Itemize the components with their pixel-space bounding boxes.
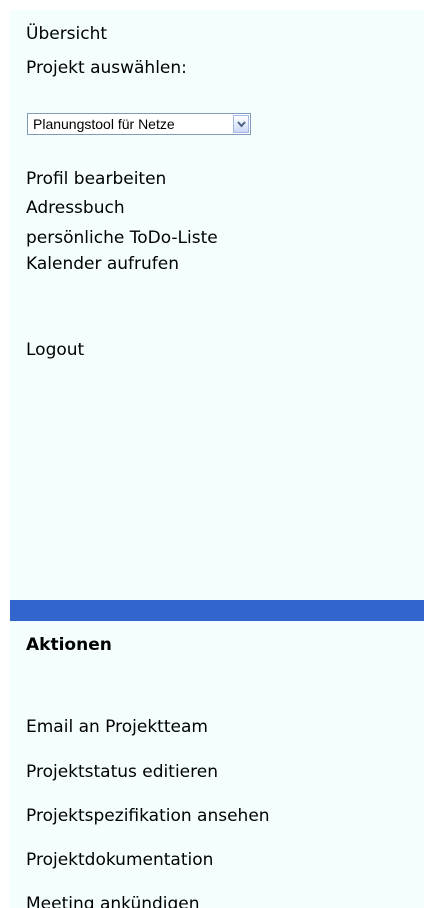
todo-list-link[interactable]: persönliche ToDo-Liste	[26, 227, 218, 249]
actions-title: Aktionen	[26, 635, 112, 655]
meeting-announce-link[interactable]: Meeting ankündigen	[26, 893, 200, 908]
project-select-value: Planungstool für Netze	[33, 116, 175, 132]
project-select-label: Projekt auswählen:	[26, 58, 187, 78]
project-spec-link[interactable]: Projektspezifikation ansehen	[26, 805, 270, 827]
project-status-link[interactable]: Projektstatus editieren	[26, 761, 218, 783]
navigation-section: Übersicht Projekt auswählen: Planungstoo…	[10, 10, 424, 600]
chevron-down-icon[interactable]	[233, 115, 249, 133]
sidebar: Übersicht Projekt auswählen: Planungstoo…	[10, 10, 424, 908]
profile-edit-link[interactable]: Profil bearbeiten	[26, 168, 166, 190]
logout-link[interactable]: Logout	[26, 339, 84, 361]
actions-section: Aktionen Email an Projektteam Projektsta…	[10, 621, 424, 908]
project-select[interactable]: Planungstool für Netze	[27, 113, 251, 135]
address-book-link[interactable]: Adressbuch	[26, 197, 125, 219]
calendar-link[interactable]: Kalender aufrufen	[26, 253, 179, 275]
section-divider	[10, 600, 424, 621]
overview-link[interactable]: Übersicht	[26, 23, 107, 45]
project-docs-link[interactable]: Projektdokumentation	[26, 849, 213, 871]
email-team-link[interactable]: Email an Projektteam	[26, 716, 208, 738]
